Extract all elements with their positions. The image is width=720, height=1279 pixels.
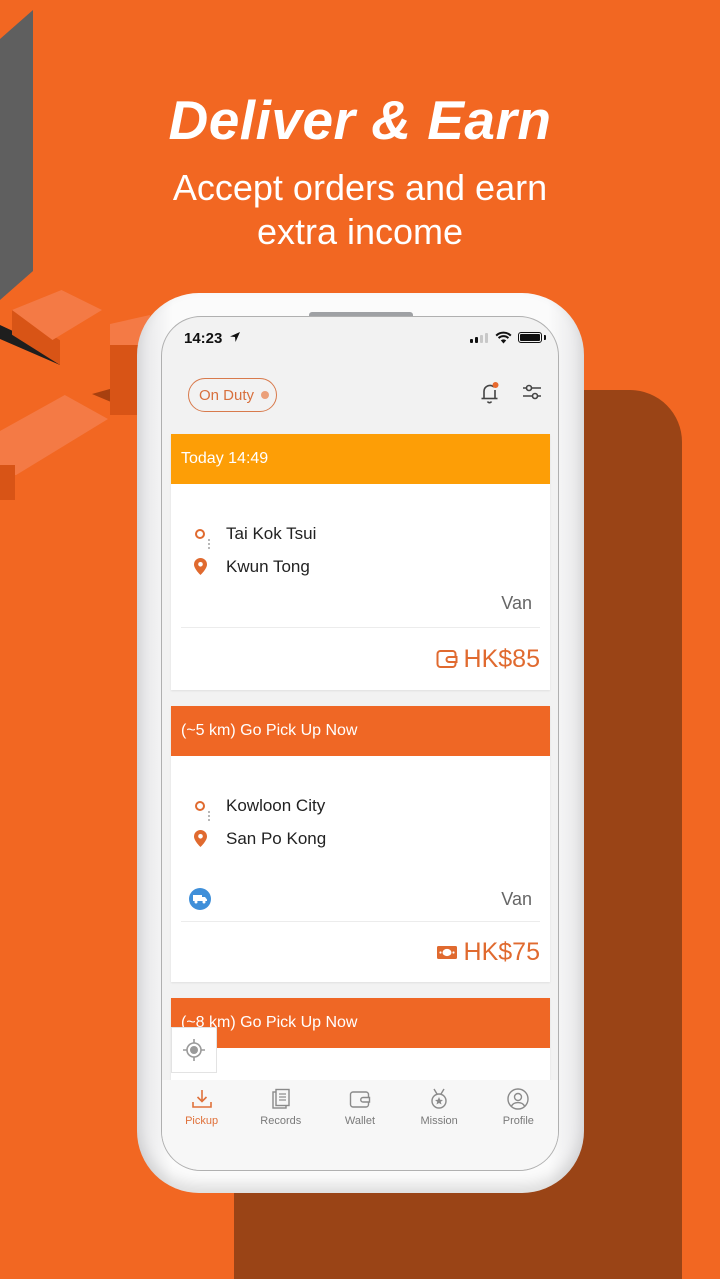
crosshair-icon xyxy=(183,1039,205,1061)
pickup-ring-icon xyxy=(195,800,205,811)
cash-icon xyxy=(436,946,457,959)
tab-label: Pickup xyxy=(185,1115,219,1127)
order-card[interactable]: Today 14:49 Tai Kok Tsui Kwun Tong Van H… xyxy=(171,434,550,690)
pickup-name: Tai Kok Tsui xyxy=(226,523,317,543)
map-pin-icon xyxy=(193,558,207,575)
battery-icon xyxy=(518,332,542,343)
route-dots xyxy=(208,811,210,821)
sliders-icon[interactable] xyxy=(522,383,542,401)
wifi-icon xyxy=(495,331,512,344)
dropoff-name: Kwun Tong xyxy=(226,556,310,576)
download-tray-icon xyxy=(191,1090,212,1108)
tab-pickup[interactable]: Pickup xyxy=(167,1088,237,1170)
dropoff-location: Kwun Tong xyxy=(181,550,540,583)
duty-status-toggle[interactable]: On Duty xyxy=(188,378,277,412)
order-header: (~8 km) Go Pick Up Now xyxy=(171,998,550,1048)
tab-profile[interactable]: Profile xyxy=(483,1088,553,1170)
document-icon xyxy=(272,1088,290,1109)
bottom-tab-bar: Pickup Records Wallet Mission Profile xyxy=(162,1080,558,1170)
tab-label: Profile xyxy=(502,1115,534,1127)
tab-label: Wallet xyxy=(344,1115,376,1127)
location-arrow-icon xyxy=(230,332,240,342)
decorative-block xyxy=(110,335,140,415)
order-header: (~5 km) Go Pick Up Now xyxy=(171,706,550,756)
app-screen: 14:23 On Duty Today 14:49 Tai Kok Tsui K… xyxy=(161,316,559,1171)
user-circle-icon xyxy=(507,1088,530,1110)
pickup-location: Tai Kok Tsui xyxy=(181,517,540,550)
tab-mission[interactable]: Mission xyxy=(404,1088,474,1170)
wallet-icon xyxy=(349,1091,371,1108)
pickup-ring-icon xyxy=(195,528,205,539)
status-time: 14:23 xyxy=(184,330,223,347)
van-icon xyxy=(189,888,211,910)
phone-mockup: 14:23 On Duty Today 14:49 Tai Kok Tsui K… xyxy=(137,293,584,1193)
order-header: Today 14:49 xyxy=(171,434,550,484)
hero-subtitle-line: extra income xyxy=(256,211,464,252)
medal-icon xyxy=(431,1088,447,1109)
hero-subtitle-line: Accept orders and earn xyxy=(172,167,548,208)
vehicle-type: Van xyxy=(501,592,532,613)
order-card[interactable]: (~5 km) Go Pick Up Now Kowloon City San … xyxy=(171,706,550,982)
tab-records[interactable]: Records xyxy=(246,1088,316,1170)
vehicle-type: Van xyxy=(501,888,532,909)
map-pin-icon xyxy=(193,830,207,847)
dropoff-location: San Po Kong xyxy=(181,822,540,855)
pickup-name: Kowloon City xyxy=(226,795,326,815)
order-price: HK$75 xyxy=(463,937,540,966)
dropoff-name: San Po Kong xyxy=(226,828,327,848)
battery-cap xyxy=(544,335,546,340)
tab-label: Records xyxy=(260,1115,302,1127)
hero-subtitle: Accept orders and earn extra income xyxy=(0,166,720,254)
route-dots xyxy=(208,539,210,549)
bell-icon[interactable] xyxy=(479,381,501,405)
order-card[interactable]: (~8 km) Go Pick Up Now xyxy=(171,998,550,1088)
decorative-pillar xyxy=(0,10,33,300)
locate-me-button[interactable] xyxy=(171,1027,217,1073)
order-price: HK$85 xyxy=(463,644,540,673)
tab-wallet[interactable]: Wallet xyxy=(325,1088,395,1170)
duty-status-dot xyxy=(261,391,270,399)
hero-title: Deliver & Earn xyxy=(168,89,552,151)
status-bar: 14:23 xyxy=(162,317,558,357)
order-list: Today 14:49 Tai Kok Tsui Kwun Tong Van H… xyxy=(171,434,550,1104)
tab-label: Mission xyxy=(420,1115,458,1127)
pickup-location: Kowloon City xyxy=(181,789,540,822)
decorative-block xyxy=(0,465,15,500)
duty-status-label: On Duty xyxy=(199,386,255,404)
wallet-icon xyxy=(436,650,458,668)
decorative-block xyxy=(0,395,108,475)
cellular-signal-icon xyxy=(470,333,488,343)
